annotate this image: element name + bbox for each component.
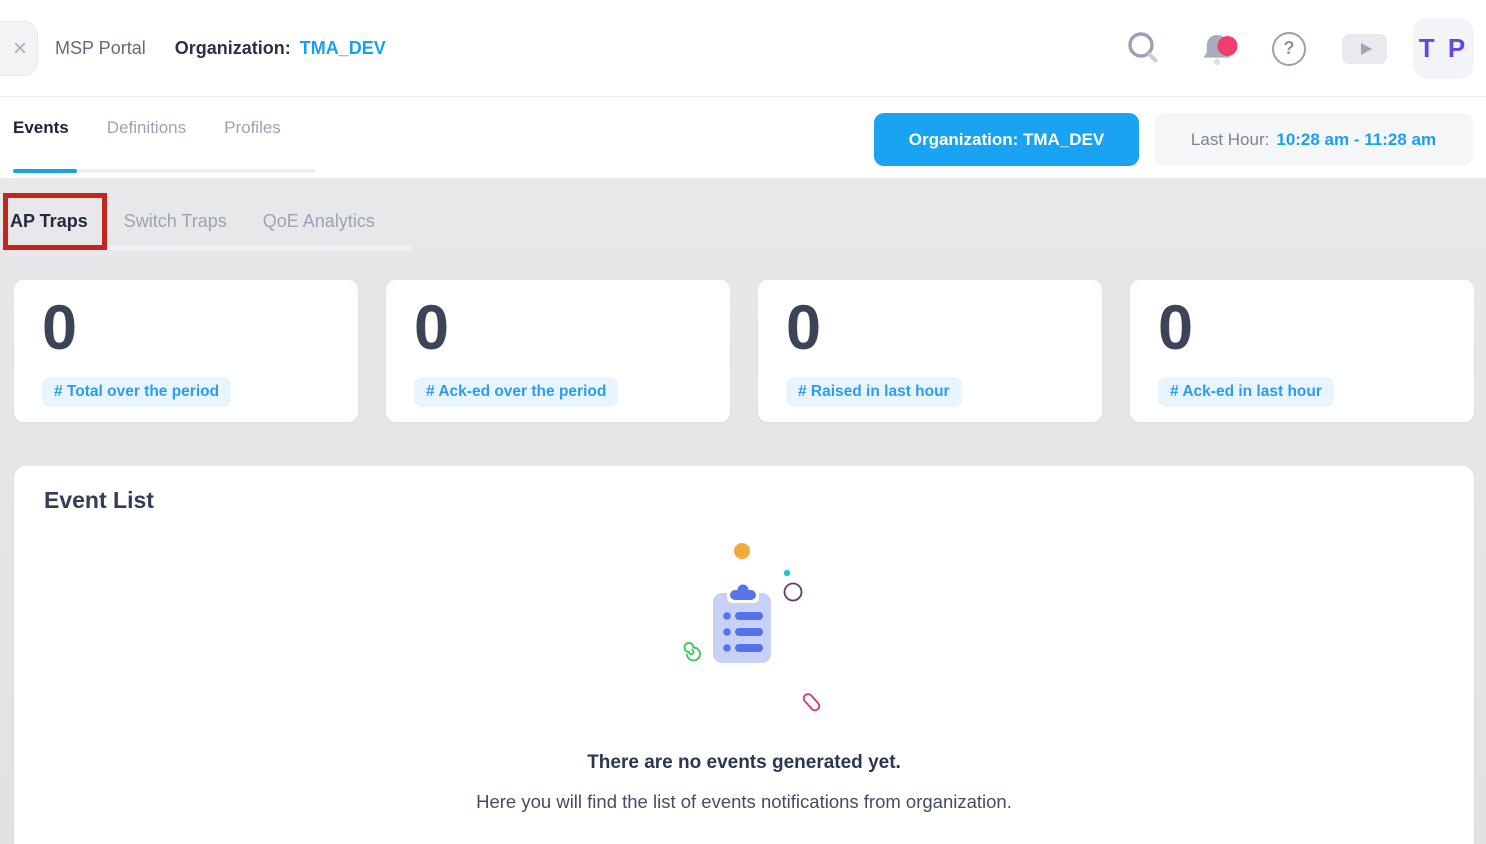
- org-breadcrumb-value[interactable]: TMA_DEV: [300, 38, 386, 59]
- cyan-dot: [784, 570, 790, 576]
- notifications-bell-icon[interactable]: [1198, 26, 1242, 72]
- portal-title: MSP Portal: [55, 38, 146, 59]
- tabs-active-indicator: [13, 169, 77, 173]
- time-range-value: 10:28 am - 11:28 am: [1276, 130, 1436, 150]
- subtab-ap-traps[interactable]: AP Traps: [10, 211, 88, 232]
- empty-state-subtitle: Here you will find the list of events no…: [44, 791, 1444, 813]
- organization-selector-button[interactable]: Organization: TMA_DEV: [874, 113, 1139, 166]
- event-list-title: Event List: [44, 487, 1444, 514]
- time-range-selector[interactable]: Last Hour: 10:28 am - 11:28 am: [1154, 113, 1473, 166]
- stat-card-raised-last-hour: 0 # Raised in last hour: [758, 280, 1102, 422]
- subtab-qoe-analytics[interactable]: QoE Analytics: [263, 211, 375, 232]
- main-tabs: Events Definitions Profiles: [13, 97, 281, 178]
- stat-card-total-period: 0 # Total over the period: [14, 280, 358, 422]
- header-actions: ? T P: [1124, 0, 1474, 97]
- help-glyph: ?: [1284, 38, 1295, 59]
- purple-circle: [785, 584, 802, 601]
- stat-label: # Raised in last hour: [786, 377, 962, 407]
- close-icon: ×: [13, 37, 27, 61]
- play-triangle-icon: [1361, 43, 1372, 55]
- tab-profiles[interactable]: Profiles: [224, 118, 281, 138]
- tab-events[interactable]: Events: [13, 118, 69, 138]
- search-icon[interactable]: [1124, 29, 1164, 69]
- stat-card-acked-last-hour: 0 # Ack-ed in last hour: [1130, 280, 1474, 422]
- stat-value: 0: [786, 296, 1074, 360]
- avatar[interactable]: T P: [1413, 18, 1474, 79]
- subtab-switch-traps[interactable]: Switch Traps: [124, 211, 227, 232]
- stat-value: 0: [414, 296, 702, 360]
- empty-state-title: There are no events generated yet.: [44, 752, 1444, 774]
- notification-badge: [1218, 36, 1238, 56]
- stat-label: # Total over the period: [42, 377, 231, 407]
- close-panel-button[interactable]: ×: [0, 21, 38, 76]
- time-range-label: Last Hour:: [1191, 130, 1269, 150]
- clipboard-list-icon: [659, 537, 829, 727]
- stat-value: 0: [1158, 296, 1446, 360]
- event-list-panel: Event List: [14, 466, 1474, 844]
- orange-dot: [734, 543, 750, 559]
- green-spiral: [685, 643, 701, 661]
- page-tab-bar: Events Definitions Profiles Organization…: [0, 97, 1486, 178]
- help-icon[interactable]: ?: [1272, 32, 1306, 66]
- tab-definitions[interactable]: Definitions: [107, 118, 186, 138]
- org-breadcrumb-label: Organization:: [175, 38, 291, 59]
- bell-glyph: [1198, 26, 1242, 72]
- avatar-initials: T P: [1419, 33, 1468, 64]
- stat-card-acked-period: 0 # Ack-ed over the period: [386, 280, 730, 422]
- search-glyph: [1124, 29, 1164, 69]
- stat-label: # Ack-ed over the period: [414, 377, 618, 407]
- stats-summary: 0 # Total over the period 0 # Ack-ed ove…: [14, 280, 1474, 422]
- video-tour-icon[interactable]: [1342, 34, 1387, 64]
- event-type-sub-tabs: AP Traps Switch Traps QoE Analytics: [10, 211, 375, 232]
- events-main-area: AP Traps Switch Traps QoE Analytics 0 # …: [0, 178, 1486, 844]
- app-header: × MSP Portal Organization: TMA_DEV ? T P: [0, 0, 1486, 97]
- empty-state-illustration: [44, 537, 1444, 727]
- stat-label: # Ack-ed in last hour: [1158, 377, 1334, 407]
- pink-capsule: [802, 692, 821, 712]
- stat-value: 0: [42, 296, 330, 360]
- sub-tabs-active-indicator: [10, 245, 100, 249]
